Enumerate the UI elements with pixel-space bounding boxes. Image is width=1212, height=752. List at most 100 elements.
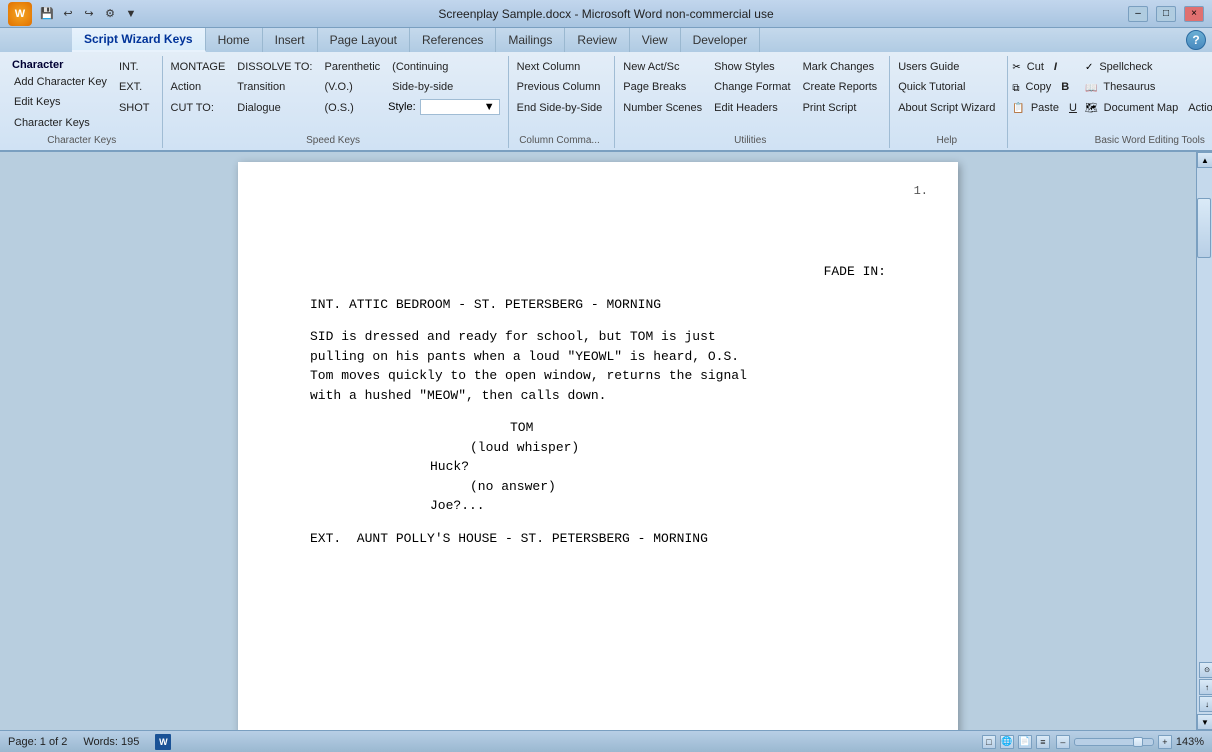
util-col3: Mark Changes Create Reports Print Script — [799, 58, 882, 118]
outline-view-button[interactable]: ≡ — [1036, 735, 1050, 749]
normal-view-button[interactable]: □ — [982, 735, 996, 749]
bold-button[interactable]: B — [1057, 78, 1073, 97]
new-act-sc-button[interactable]: New Act/Sc — [619, 58, 706, 77]
tab-home[interactable]: Home — [206, 28, 263, 52]
scroll-track[interactable] — [1197, 168, 1212, 660]
mark-changes-button[interactable]: Mark Changes — [799, 58, 882, 77]
print-script-button[interactable]: Print Script — [799, 99, 882, 118]
style-row: Style: ▼ — [388, 99, 500, 115]
tab-review[interactable]: Review — [565, 28, 629, 52]
next-column-button[interactable]: Next Column — [513, 58, 607, 77]
status-bar: Page: 1 of 2 Words: 195 W □ 🌐 📄 ≡ – + 14… — [0, 730, 1212, 752]
tab-script-wizard-keys[interactable]: Script Wizard Keys — [72, 28, 206, 52]
dialogue-button[interactable]: Dialogue — [233, 99, 316, 118]
character-keys-button[interactable]: Character Keys — [10, 114, 111, 133]
dissolve-to-button[interactable]: DISSOLVE TO: — [233, 58, 316, 77]
document-map-button[interactable]: Document Map — [1100, 99, 1183, 118]
italic-button[interactable]: I — [1050, 58, 1061, 77]
help-col: Users Guide Quick Tutorial About Script … — [894, 58, 999, 118]
number-scenes-button[interactable]: Number Scenes — [619, 99, 706, 118]
tab-page-layout[interactable]: Page Layout — [318, 28, 410, 52]
zoom-out-button[interactable]: – — [1056, 735, 1070, 749]
action-edit-button[interactable]: Action — [1184, 99, 1212, 118]
close-button[interactable]: × — [1184, 6, 1204, 22]
copy-icon: ⧉ — [1012, 83, 1019, 94]
quick-tutorial-button[interactable]: Quick Tutorial — [894, 78, 999, 97]
ext-button[interactable]: EXT. — [115, 78, 154, 97]
spell-icon: ✓ — [1085, 62, 1093, 73]
scene-heading-2: EXT. AUNT POLLY'S HOUSE - ST. PETERSBERG… — [310, 529, 886, 549]
undo-button[interactable]: ↩ — [59, 5, 77, 23]
util-col2: Show Styles Change Format Edit Headers — [710, 58, 794, 118]
quick-access-toolbar: 💾 ↩ ↪ ⚙ ▼ — [38, 5, 140, 23]
basic-editing-group-label: Basic Word Editing Tools — [1012, 133, 1212, 146]
shot-button[interactable]: SHOT — [115, 99, 154, 118]
zoom-slider-thumb[interactable] — [1133, 737, 1143, 747]
spellcheck-row: ✓ Spellcheck — [1085, 58, 1212, 77]
blank2 — [310, 314, 886, 327]
scroll-select-browse-object[interactable]: ⊙ — [1199, 662, 1212, 678]
int-button[interactable]: INT. — [115, 58, 154, 77]
zoom-in-button[interactable]: + — [1158, 735, 1172, 749]
save-button[interactable]: 💾 — [38, 5, 56, 23]
action-speed-button[interactable]: Action — [167, 78, 230, 97]
users-guide-button[interactable]: Users Guide — [894, 58, 999, 77]
help-button[interactable]: ? — [1180, 28, 1212, 52]
edit-keys-button[interactable]: Edit Keys — [10, 93, 111, 112]
vo-button[interactable]: (V.O.) — [321, 78, 385, 97]
change-format-button[interactable]: Change Format — [710, 78, 794, 97]
show-styles-button[interactable]: Show Styles — [710, 58, 794, 77]
transition-button[interactable]: Transition — [233, 78, 316, 97]
previous-column-button[interactable]: Previous Column — [513, 78, 607, 97]
thesaurus-button[interactable]: Thesaurus — [1099, 78, 1159, 97]
create-reports-button[interactable]: Create Reports — [799, 78, 882, 97]
tab-view[interactable]: View — [630, 28, 681, 52]
scroll-thumb[interactable] — [1197, 198, 1211, 258]
vertical-scrollbar[interactable]: ▲ ⊙ ↑ ↓ ▼ — [1196, 152, 1212, 730]
montage-button[interactable]: MONTAGE — [167, 58, 230, 77]
spellcheck-button[interactable]: Spellcheck — [1095, 58, 1156, 77]
tab-insert[interactable]: Insert — [263, 28, 318, 52]
minimize-button[interactable]: – — [1128, 6, 1148, 22]
tab-references[interactable]: References — [410, 28, 496, 52]
tab-developer[interactable]: Developer — [681, 28, 761, 52]
zoom-slider[interactable] — [1074, 738, 1154, 746]
office-logo[interactable]: W — [8, 2, 32, 26]
web-view-button[interactable]: 🌐 — [1000, 735, 1014, 749]
side-by-side-button[interactable]: Side-by-side — [388, 78, 500, 97]
paste-button[interactable]: Paste — [1027, 99, 1063, 118]
fade-in-line: FADE IN: — [310, 262, 886, 282]
style-dropdown[interactable]: ▼ — [420, 99, 500, 115]
print-view-button[interactable]: 📄 — [1018, 735, 1032, 749]
character-keys-group-label: Character Keys — [10, 133, 154, 146]
page-breaks-button[interactable]: Page Breaks — [619, 78, 706, 97]
tab-mailings[interactable]: Mailings — [496, 28, 565, 52]
qa-extra-button[interactable]: ⚙ — [101, 5, 119, 23]
document-page: 1. FADE IN: INT. ATTIC BEDROOM - ST. PET… — [238, 162, 958, 730]
underline-button[interactable]: U — [1065, 99, 1081, 118]
parenthetic-button[interactable]: Parenthetic — [321, 58, 385, 77]
restore-button[interactable]: □ — [1156, 6, 1176, 22]
document-scroll[interactable]: 1. FADE IN: INT. ATTIC BEDROOM - ST. PET… — [0, 152, 1196, 730]
about-script-wizard-button[interactable]: About Script Wizard — [894, 99, 999, 118]
cut-button[interactable]: Cut — [1023, 58, 1048, 77]
group-character-keys: Character Add Character Key Edit Keys Ch… — [6, 56, 163, 148]
cut-to-button[interactable]: CUT TO: — [167, 99, 230, 118]
add-character-key-button[interactable]: Add Character Key — [10, 73, 111, 92]
redo-button[interactable]: ↪ — [80, 5, 98, 23]
end-side-by-side-button[interactable]: End Side-by-Side — [513, 99, 607, 118]
copy-button[interactable]: Copy — [1022, 78, 1056, 97]
qa-dropdown-button[interactable]: ▼ — [122, 5, 140, 23]
scroll-up-button[interactable]: ▲ — [1197, 152, 1212, 168]
edit-headers-button[interactable]: Edit Headers — [710, 99, 794, 118]
continuing-button[interactable]: (Continuing — [388, 58, 500, 77]
action-block-1: SID is dressed and ready for school, but… — [310, 327, 886, 405]
view-buttons: □ 🌐 📄 ≡ — [982, 735, 1050, 749]
group-basic-word-editing: ✂ Cut I ⧉ Copy B 📋 Paste U — [1008, 56, 1212, 148]
scroll-next-page-button[interactable]: ↓ — [1199, 696, 1212, 712]
dropdown-arrow-icon[interactable]: ▼ — [484, 101, 495, 113]
os-button[interactable]: (O.S.) — [321, 99, 385, 118]
word-count: Words: 195 — [83, 736, 139, 748]
scroll-prev-page-button[interactable]: ↑ — [1199, 679, 1212, 695]
page-info: Page: 1 of 2 — [8, 736, 67, 748]
